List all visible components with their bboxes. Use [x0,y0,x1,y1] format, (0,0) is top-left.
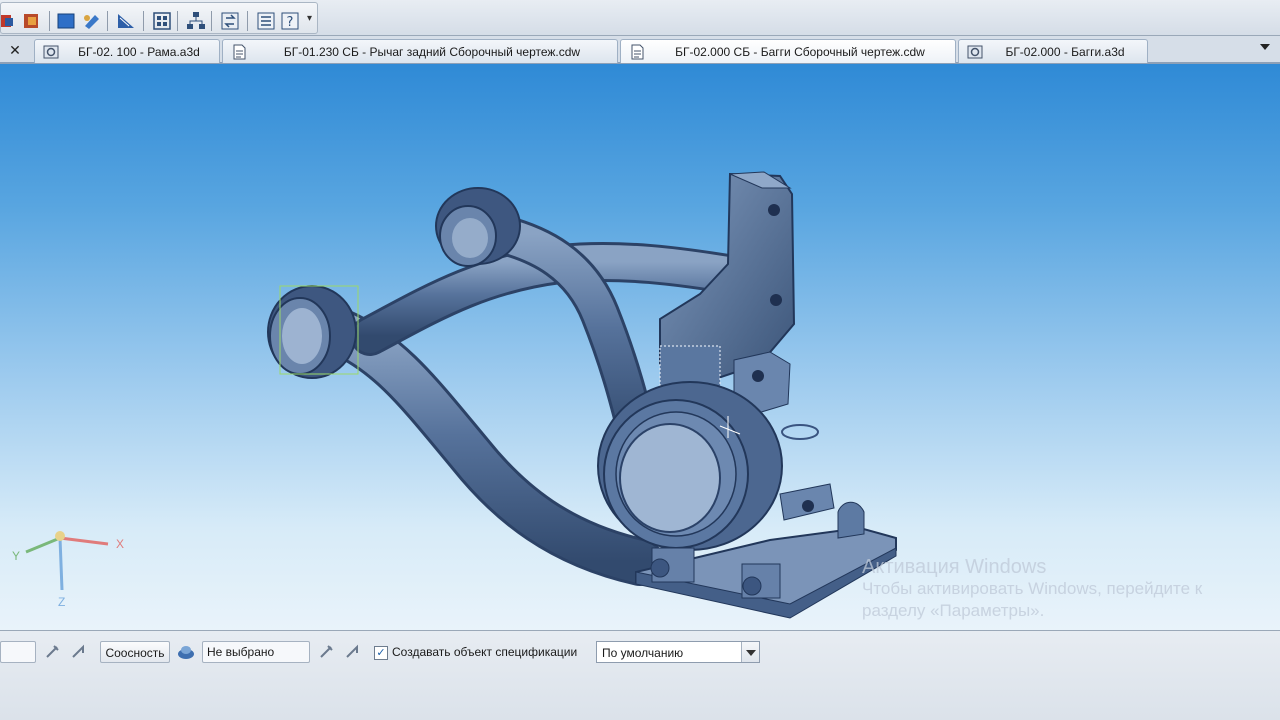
axis-z-label: Z [58,595,65,609]
edit-icon[interactable] [81,10,103,32]
tab-label: БГ-02.000 - Багги.a3d [1005,45,1125,59]
tab-label: БГ-02.000 СБ - Багги Сборочный чертеж.cd… [675,45,925,59]
refresh-icon[interactable] [219,10,241,32]
chevron-down-icon[interactable] [741,642,759,662]
toolbar-separator [247,11,248,31]
measure-icon[interactable] [115,10,137,32]
selection-value: Не выбрано [207,645,275,659]
toolbar-separator [177,11,178,31]
watermark-line: Чтобы активировать Windows, перейдите к [862,579,1203,598]
toolbar-separator [107,11,108,31]
arrow-icon[interactable] [68,642,88,662]
style-select-value: По умолчанию [602,646,684,660]
tab-baggi-assembly[interactable]: БГ-02.000 - Багги.a3d [958,39,1148,63]
document-tab-bar: ✕ БГ-02. 100 - Рама.a3d БГ-01.230 СБ - Р… [0,36,1280,64]
axis-triad: X Y Z [12,531,124,609]
chevron-down-icon[interactable] [1260,44,1270,50]
3d-viewport[interactable]: X Y Z [0,64,1280,630]
property-row: Соосность Не выбрано ✓ Создавать объект … [0,639,1280,667]
toolbar-separator [49,11,50,31]
toolbar-separator [211,11,212,31]
list-icon[interactable] [255,10,277,32]
drawing-doc-icon [631,44,644,60]
axis-x-label: X [116,537,124,551]
select-icon[interactable] [316,642,336,662]
assembly-doc-icon [43,45,59,59]
selection-field[interactable]: Не выбрано [202,641,310,663]
constraint-icon[interactable] [176,642,196,662]
select-arrow-icon[interactable] [342,642,362,662]
watermark-line: разделу «Параметры». [862,601,1045,620]
help-icon[interactable]: ? [279,10,301,32]
assembly-doc-icon [967,45,983,59]
object-field[interactable] [0,641,36,663]
library-icon[interactable] [21,10,43,32]
watermark-title: Активация Windows [862,556,1047,578]
tree-icon[interactable] [185,10,207,32]
create-spec-checkbox[interactable]: ✓ [374,646,388,660]
toolbar-overflow-icon[interactable]: ▾ [307,13,312,24]
create-spec-label: Создавать объект спецификации [392,645,578,659]
main-toolbar: ? ▾ [0,0,1280,36]
property-panel: Соосность Не выбрано ✓ Создавать объект … [0,630,1280,720]
svg-text:?: ? [287,15,294,30]
tab-label: БГ-02. 100 - Рама.a3d [78,45,200,59]
toolbar-separator [143,11,144,31]
tab-rychag-drawing[interactable]: БГ-01.230 СБ - Рычаг задний Сборочный че… [222,39,618,63]
bolt-icon[interactable] [0,10,19,32]
grid-icon[interactable] [151,10,173,32]
bushing-front [267,285,359,379]
bushing-rear [435,187,521,267]
drawing-doc-icon [233,44,246,60]
axis-y-label: Y [12,549,20,563]
view-icon[interactable] [55,10,77,32]
suspension-arm-model[interactable]: X Y Z [0,64,1280,630]
tab-rama[interactable]: БГ-02. 100 - Рама.a3d [34,39,220,63]
tab-label: БГ-01.230 СБ - Рычаг задний Сборочный че… [283,45,581,59]
style-select[interactable]: По умолчанию [596,641,760,663]
close-icon[interactable]: ✕ [6,41,24,59]
pin-icon[interactable] [42,642,62,662]
toolbar-strip: ? ▾ [0,2,318,34]
coaxial-button[interactable]: Соосность [100,641,170,663]
tab-baggi-drawing[interactable]: БГ-02.000 СБ - Багги Сборочный чертеж.cd… [620,39,956,63]
windows-activation-watermark: Активация Windows Чтобы активировать Win… [862,556,1202,622]
